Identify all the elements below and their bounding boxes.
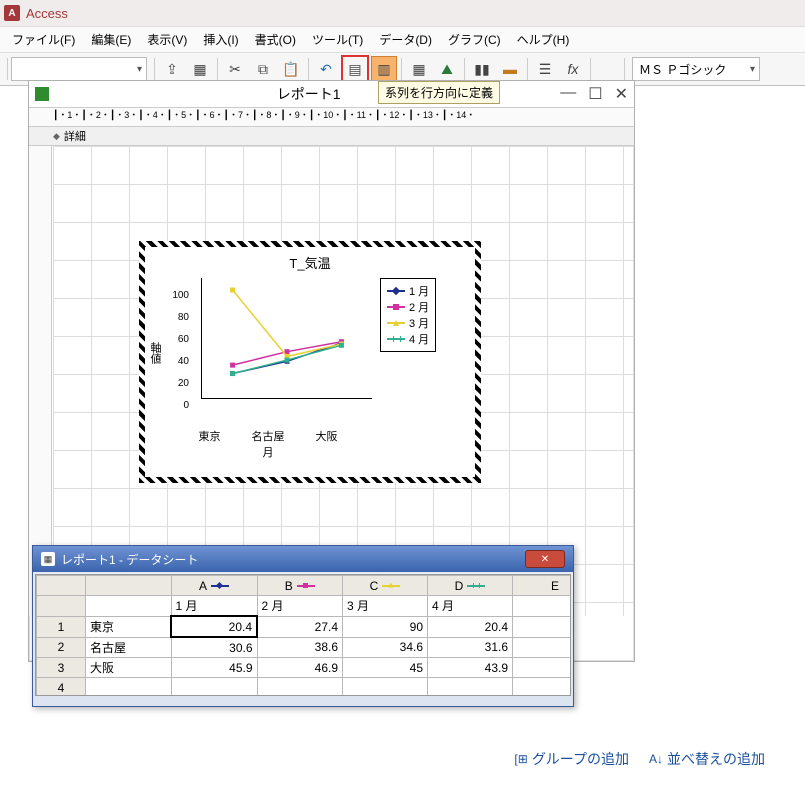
ruler-horizontal: ┃・1・┃・2・┃・3・┃・4・┃・5・┃・6・┃・7・┃・8・┃・9・┃・10… [29,107,634,127]
column-chart-icon[interactable]: ▮▮ [469,56,495,82]
table-row: 3 大阪 45.9 46.9 45 43.9 [37,658,572,678]
col-A[interactable]: A [171,576,257,596]
fx-icon[interactable]: fx [560,56,586,82]
datasheet-view-icon[interactable]: ▦ [187,56,213,82]
group-icon: [⊞ [514,752,527,766]
menu-data[interactable]: データ(D) [373,29,438,50]
menu-chart[interactable]: グラフ(C) [442,29,507,50]
chart-plot [201,278,372,399]
app-icon: A [4,5,20,21]
chart-title: T_気温 [145,253,475,272]
add-sort-link[interactable]: A↓並べ替えの追加 [649,749,765,769]
y-axis-label: 軸値 [145,342,165,364]
paste-icon[interactable]: 📋 [278,56,304,82]
col-label[interactable] [86,576,172,596]
datasheet-window: ▦ レポート1 - データシート ✕ A B C D E 1 月 2 月 3 月… [32,545,574,707]
col-B[interactable]: B [257,576,343,596]
col-D[interactable]: D [428,576,513,596]
object-selector[interactable] [11,57,147,81]
chart-object[interactable]: T_気温 100 80 60 40 20 0 軸値 1 月 2 月 [144,246,476,478]
chart-area-icon[interactable]: ⛰ [434,56,460,82]
table-row: 2 名古屋 30.6 38.6 34.6 31.6 [37,637,572,658]
sort-icon: A↓ [649,752,663,766]
datasheet-grid[interactable]: A B C D E 1 月 2 月 3 月 4 月 1 東京 20.4 27.4 [35,574,571,696]
bottom-actions: [⊞グループの追加 A↓並べ替えの追加 [514,749,765,769]
app-name: Access [26,6,68,21]
import-icon[interactable]: ⇪ [159,56,185,82]
datasheet-titlebar[interactable]: ▦ レポート1 - データシート ✕ [33,546,573,572]
x-tick-labels: 東京 名古屋 大阪 [183,428,353,444]
menu-help[interactable]: ヘルプ(H) [511,29,576,50]
datasheet-close-button[interactable]: ✕ [525,550,565,568]
corner-cell[interactable] [37,576,86,596]
chart-legend: 1 月 2 月 3 月 4 月 [380,278,436,352]
menu-tools[interactable]: ツール(T) [306,29,369,50]
y-ticks: 100 80 60 40 20 0 [167,290,189,411]
bar-chart-icon[interactable]: ▬ [497,56,523,82]
datasheet-title: レポート1 - データシート [61,551,198,568]
titlebar: A Access [0,0,805,27]
report-icon [35,87,49,101]
minimize-icon[interactable]: — [560,84,576,104]
close-icon[interactable]: ✕ [615,84,628,104]
report-titlebar: レポート1 — ☐ ✕ [29,81,634,107]
table-row: 1 東京 20.4 27.4 90 20.4 [37,616,572,637]
menu-view[interactable]: 表示(V) [141,29,193,50]
font-selector[interactable]: ＭＳ Ｐゴシック [632,57,760,81]
copy-icon[interactable]: ⧉ [250,56,276,82]
menu-format[interactable]: 書式(O) [249,29,302,50]
col-C[interactable]: C [343,576,428,596]
table-icon[interactable]: ▦ [406,56,432,82]
menubar: ファイル(F) 編集(E) 表示(V) 挿入(I) 書式(O) ツール(T) デ… [0,27,805,52]
datasheet-icon: ▦ [41,552,55,566]
col-E[interactable]: E [513,576,572,596]
add-group-link[interactable]: [⊞グループの追加 [514,749,629,769]
maximize-icon[interactable]: ☐ [588,84,602,104]
menu-insert[interactable]: 挿入(I) [197,29,244,50]
selected-cell[interactable]: 20.4 [171,616,257,637]
undo-icon[interactable]: ↶ [313,56,339,82]
series-by-row-icon[interactable]: ▤ [341,55,369,83]
table-row: 4 [37,678,572,697]
x-axis-label: 月 [183,444,353,460]
cut-icon[interactable]: ✂ [222,56,248,82]
menu-file[interactable]: ファイル(F) [6,29,81,50]
series-by-column-icon[interactable]: ▥ [371,56,397,82]
menu-edit[interactable]: 編集(E) [85,29,137,50]
font-name: ＭＳ Ｐゴシック [639,61,726,78]
tooltip-series-row: 系列を行方向に定義 [378,81,500,104]
list-icon[interactable]: ☰ [532,56,558,82]
section-detail[interactable]: 詳細 [29,127,634,146]
